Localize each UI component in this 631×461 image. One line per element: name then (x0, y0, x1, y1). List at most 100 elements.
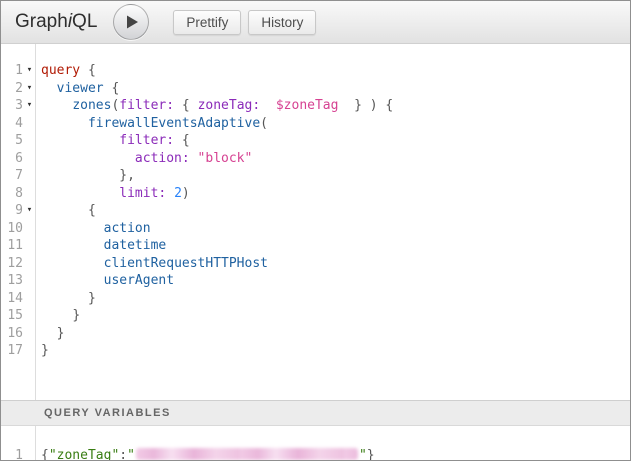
code-line-text: action (36, 220, 151, 238)
code-line[interactable]: 12 clientRequestHTTPHost (1, 255, 630, 273)
code-token: { (88, 203, 96, 218)
topbar: GraphiQL Prettify History (1, 1, 630, 44)
code-line[interactable]: 13 userAgent (1, 272, 630, 290)
code-line[interactable]: 17} (1, 342, 630, 360)
fold-arrow-icon[interactable]: ▾ (23, 62, 36, 80)
fold-arrow-icon[interactable]: ▾ (23, 80, 36, 98)
fold-gutter-spacer (23, 290, 36, 308)
code-line-text: { (36, 202, 96, 220)
code-line-text: } (36, 307, 80, 325)
code-line[interactable]: 2▾ viewer { (1, 80, 630, 98)
code-line[interactable]: 7 }, (1, 167, 630, 185)
code-line-text: } (36, 290, 96, 308)
code-line[interactable]: 3▾ zones(filter: { zoneTag: $zoneTag } )… (1, 97, 630, 115)
code-token (41, 168, 119, 183)
code-line[interactable]: 6 action: "block" (1, 150, 630, 168)
code-token (41, 326, 57, 341)
code-token (41, 151, 135, 166)
fold-gutter-spacer (23, 272, 36, 290)
code-line[interactable]: 11 datetime (1, 237, 630, 255)
code-line[interactable]: 4 firewallEventsAdaptive( (1, 115, 630, 133)
code-token: filter: (119, 133, 174, 148)
code-line-text: viewer { (36, 80, 119, 98)
line-number: 4 (1, 115, 23, 133)
code-line[interactable]: 16 } (1, 325, 630, 343)
line-number: 11 (1, 237, 23, 255)
history-button[interactable]: History (248, 10, 316, 35)
code-token (41, 308, 72, 323)
line-number: 13 (1, 272, 23, 290)
code-line-text: firewallEventsAdaptive( (36, 115, 268, 133)
fold-gutter-spacer (23, 255, 36, 273)
code-token (41, 291, 88, 306)
code-token: : (119, 448, 127, 460)
code-token: { (80, 63, 96, 78)
graphiql-window: GraphiQL Prettify History 1▾query {2▾ vi… (0, 0, 631, 461)
code-line[interactable]: 14 } (1, 290, 630, 308)
fold-gutter-spacer (23, 325, 36, 343)
code-token: ( (260, 116, 268, 131)
code-line-text: action: "block" (36, 150, 252, 168)
code-token: } (88, 291, 96, 306)
code-token (41, 256, 104, 271)
code-token: { (174, 98, 197, 113)
prettify-button[interactable]: Prettify (173, 10, 241, 35)
line-number: 3 (1, 97, 23, 115)
code-line[interactable]: 15 } (1, 307, 630, 325)
line-number: 17 (1, 342, 23, 360)
line-number: 1 (1, 62, 23, 80)
code-token: viewer (57, 81, 104, 96)
variables-code: 1{"zoneTag":""} (1, 447, 630, 460)
code-line-text: } (36, 342, 49, 360)
query-variables-header[interactable]: QUERY VARIABLES (1, 400, 630, 426)
fold-gutter-spacer (23, 167, 36, 185)
code-line[interactable]: 9▾ { (1, 202, 630, 220)
line-number: 5 (1, 132, 23, 150)
code-token: {"zoneTag" (41, 448, 119, 460)
fold-arrow-icon[interactable]: ▾ (23, 202, 36, 220)
app-title-part: QL (72, 11, 97, 32)
code-line[interactable]: 1▾query { (1, 62, 630, 80)
code-token: $zoneTag (276, 98, 339, 113)
line-number: 14 (1, 290, 23, 308)
code-line[interactable]: 8 limit: 2) (1, 185, 630, 203)
code-token (166, 186, 174, 201)
redacted-zone-id-value (136, 448, 358, 460)
line-number: 10 (1, 220, 23, 238)
code-line-text: query { (36, 62, 96, 80)
code-token: "zoneTag" (49, 448, 119, 460)
line-number: 15 (1, 307, 23, 325)
code-line[interactable]: 10 action (1, 220, 630, 238)
code-line-text: limit: 2) (36, 185, 190, 203)
code-token: " (127, 448, 135, 460)
app-title-part: Graph (15, 11, 68, 32)
code-token (190, 151, 198, 166)
code-line[interactable]: 5 filter: { (1, 132, 630, 150)
code-token: action: (135, 151, 190, 166)
fold-gutter-spacer (23, 307, 36, 325)
fold-gutter-spacer (23, 220, 36, 238)
code-token: ) (182, 186, 190, 201)
code-token: "block" (198, 151, 253, 166)
fold-arrow-icon[interactable]: ▾ (23, 97, 36, 115)
execute-query-button[interactable] (113, 4, 149, 40)
play-icon (124, 14, 140, 30)
query-variables-title: QUERY VARIABLES (44, 407, 171, 419)
query-editor[interactable]: 1▾query {2▾ viewer {3▾ zones(filter: { z… (1, 44, 630, 400)
code-token: action (104, 221, 151, 236)
line-number: 9 (1, 202, 23, 220)
code-line-text: {"zoneTag":""} (36, 447, 375, 460)
code-token (41, 186, 119, 201)
code-token (41, 133, 119, 148)
query-code: 1▾query {2▾ viewer {3▾ zones(filter: { z… (1, 62, 630, 360)
code-token: } (41, 343, 49, 358)
fold-gutter-spacer (23, 237, 36, 255)
code-token: } (72, 308, 80, 323)
code-token: limit: (119, 186, 166, 201)
code-token: } (367, 448, 375, 460)
fold-gutter-spacer (23, 132, 36, 150)
variables-editor[interactable]: 1{"zoneTag":""} (1, 426, 630, 460)
code-line[interactable]: 1{"zoneTag":""} (1, 447, 630, 460)
code-token: query (41, 63, 80, 78)
fold-gutter-spacer (23, 447, 36, 460)
